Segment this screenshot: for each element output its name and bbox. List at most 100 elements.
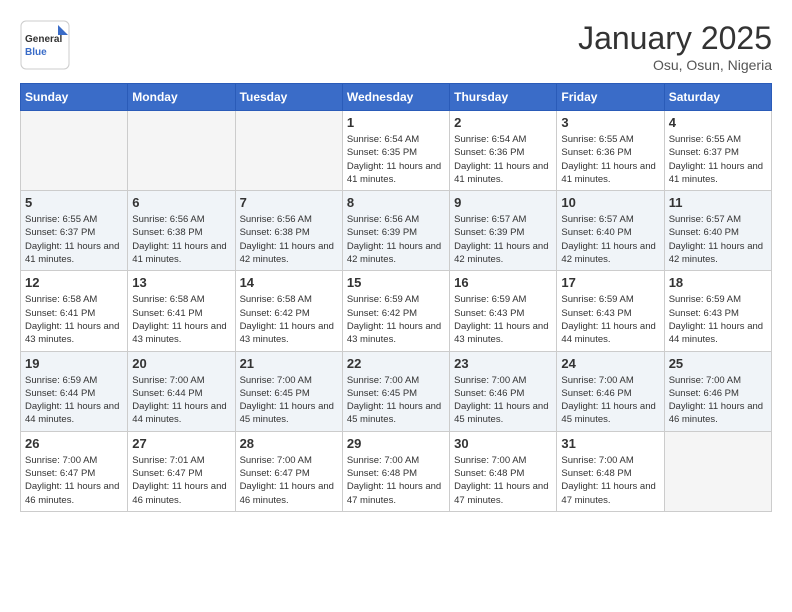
day-info: Sunrise: 6:54 AM Sunset: 6:35 PM Dayligh… <box>347 133 445 186</box>
day-number: 25 <box>669 356 767 371</box>
day-info: Sunrise: 6:54 AM Sunset: 6:36 PM Dayligh… <box>454 133 552 186</box>
calendar-week-row: 12 Sunrise: 6:58 AM Sunset: 6:41 PM Dayl… <box>21 271 772 351</box>
calendar-header-row: Sunday Monday Tuesday Wednesday Thursday… <box>21 84 772 111</box>
calendar-cell: 26 Sunrise: 7:00 AM Sunset: 6:47 PM Dayl… <box>21 431 128 511</box>
day-number: 21 <box>240 356 338 371</box>
calendar-cell: 17 Sunrise: 6:59 AM Sunset: 6:43 PM Dayl… <box>557 271 664 351</box>
day-info: Sunrise: 7:00 AM Sunset: 6:47 PM Dayligh… <box>240 454 338 507</box>
day-info: Sunrise: 7:01 AM Sunset: 6:47 PM Dayligh… <box>132 454 230 507</box>
calendar-cell: 7 Sunrise: 6:56 AM Sunset: 6:38 PM Dayli… <box>235 191 342 271</box>
day-number: 3 <box>561 115 659 130</box>
calendar-cell: 10 Sunrise: 6:57 AM Sunset: 6:40 PM Dayl… <box>557 191 664 271</box>
calendar-cell: 30 Sunrise: 7:00 AM Sunset: 6:48 PM Dayl… <box>450 431 557 511</box>
calendar-cell: 2 Sunrise: 6:54 AM Sunset: 6:36 PM Dayli… <box>450 111 557 191</box>
day-number: 14 <box>240 275 338 290</box>
day-info: Sunrise: 6:58 AM Sunset: 6:41 PM Dayligh… <box>25 293 123 346</box>
day-number: 28 <box>240 436 338 451</box>
day-info: Sunrise: 6:55 AM Sunset: 6:37 PM Dayligh… <box>669 133 767 186</box>
day-number: 31 <box>561 436 659 451</box>
day-number: 2 <box>454 115 552 130</box>
calendar-cell: 18 Sunrise: 6:59 AM Sunset: 6:43 PM Dayl… <box>664 271 771 351</box>
month-year-title: January 2025 <box>578 20 772 57</box>
calendar-table: Sunday Monday Tuesday Wednesday Thursday… <box>20 83 772 512</box>
day-number: 17 <box>561 275 659 290</box>
calendar-cell: 13 Sunrise: 6:58 AM Sunset: 6:41 PM Dayl… <box>128 271 235 351</box>
calendar-cell: 25 Sunrise: 7:00 AM Sunset: 6:46 PM Dayl… <box>664 351 771 431</box>
day-info: Sunrise: 7:00 AM Sunset: 6:47 PM Dayligh… <box>25 454 123 507</box>
day-info: Sunrise: 6:56 AM Sunset: 6:39 PM Dayligh… <box>347 213 445 266</box>
day-info: Sunrise: 6:59 AM Sunset: 6:43 PM Dayligh… <box>669 293 767 346</box>
day-info: Sunrise: 7:00 AM Sunset: 6:46 PM Dayligh… <box>669 374 767 427</box>
calendar-cell: 21 Sunrise: 7:00 AM Sunset: 6:45 PM Dayl… <box>235 351 342 431</box>
header-sunday: Sunday <box>21 84 128 111</box>
calendar-cell: 29 Sunrise: 7:00 AM Sunset: 6:48 PM Dayl… <box>342 431 449 511</box>
calendar-cell: 16 Sunrise: 6:59 AM Sunset: 6:43 PM Dayl… <box>450 271 557 351</box>
calendar-cell: 27 Sunrise: 7:01 AM Sunset: 6:47 PM Dayl… <box>128 431 235 511</box>
calendar-cell: 5 Sunrise: 6:55 AM Sunset: 6:37 PM Dayli… <box>21 191 128 271</box>
day-number: 1 <box>347 115 445 130</box>
header-wednesday: Wednesday <box>342 84 449 111</box>
day-info: Sunrise: 6:59 AM Sunset: 6:42 PM Dayligh… <box>347 293 445 346</box>
calendar-cell: 24 Sunrise: 7:00 AM Sunset: 6:46 PM Dayl… <box>557 351 664 431</box>
location-subtitle: Osu, Osun, Nigeria <box>578 57 772 73</box>
day-number: 12 <box>25 275 123 290</box>
day-info: Sunrise: 6:56 AM Sunset: 6:38 PM Dayligh… <box>132 213 230 266</box>
header-monday: Monday <box>128 84 235 111</box>
day-number: 16 <box>454 275 552 290</box>
calendar-week-row: 5 Sunrise: 6:55 AM Sunset: 6:37 PM Dayli… <box>21 191 772 271</box>
calendar-cell: 15 Sunrise: 6:59 AM Sunset: 6:42 PM Dayl… <box>342 271 449 351</box>
calendar-cell: 9 Sunrise: 6:57 AM Sunset: 6:39 PM Dayli… <box>450 191 557 271</box>
day-number: 7 <box>240 195 338 210</box>
day-info: Sunrise: 6:58 AM Sunset: 6:42 PM Dayligh… <box>240 293 338 346</box>
page-header: General Blue January 2025 Osu, Osun, Nig… <box>20 20 772 73</box>
day-number: 19 <box>25 356 123 371</box>
day-number: 24 <box>561 356 659 371</box>
calendar-cell: 1 Sunrise: 6:54 AM Sunset: 6:35 PM Dayli… <box>342 111 449 191</box>
day-info: Sunrise: 6:56 AM Sunset: 6:38 PM Dayligh… <box>240 213 338 266</box>
day-info: Sunrise: 6:55 AM Sunset: 6:37 PM Dayligh… <box>25 213 123 266</box>
day-number: 27 <box>132 436 230 451</box>
calendar-week-row: 1 Sunrise: 6:54 AM Sunset: 6:35 PM Dayli… <box>21 111 772 191</box>
calendar-cell <box>128 111 235 191</box>
day-info: Sunrise: 6:59 AM Sunset: 6:43 PM Dayligh… <box>454 293 552 346</box>
header-friday: Friday <box>557 84 664 111</box>
calendar-cell: 19 Sunrise: 6:59 AM Sunset: 6:44 PM Dayl… <box>21 351 128 431</box>
day-info: Sunrise: 7:00 AM Sunset: 6:48 PM Dayligh… <box>561 454 659 507</box>
logo-icon: General Blue <box>20 20 70 70</box>
day-info: Sunrise: 6:57 AM Sunset: 6:39 PM Dayligh… <box>454 213 552 266</box>
day-number: 6 <box>132 195 230 210</box>
day-info: Sunrise: 6:57 AM Sunset: 6:40 PM Dayligh… <box>669 213 767 266</box>
day-info: Sunrise: 6:58 AM Sunset: 6:41 PM Dayligh… <box>132 293 230 346</box>
day-number: 30 <box>454 436 552 451</box>
calendar-cell: 11 Sunrise: 6:57 AM Sunset: 6:40 PM Dayl… <box>664 191 771 271</box>
calendar-week-row: 19 Sunrise: 6:59 AM Sunset: 6:44 PM Dayl… <box>21 351 772 431</box>
day-number: 20 <box>132 356 230 371</box>
day-info: Sunrise: 7:00 AM Sunset: 6:46 PM Dayligh… <box>561 374 659 427</box>
calendar-cell: 4 Sunrise: 6:55 AM Sunset: 6:37 PM Dayli… <box>664 111 771 191</box>
calendar-cell: 14 Sunrise: 6:58 AM Sunset: 6:42 PM Dayl… <box>235 271 342 351</box>
svg-text:Blue: Blue <box>25 47 47 58</box>
calendar-cell: 12 Sunrise: 6:58 AM Sunset: 6:41 PM Dayl… <box>21 271 128 351</box>
day-number: 13 <box>132 275 230 290</box>
day-info: Sunrise: 6:57 AM Sunset: 6:40 PM Dayligh… <box>561 213 659 266</box>
svg-text:General: General <box>25 34 62 45</box>
day-number: 15 <box>347 275 445 290</box>
title-block: January 2025 Osu, Osun, Nigeria <box>578 20 772 73</box>
day-info: Sunrise: 7:00 AM Sunset: 6:48 PM Dayligh… <box>454 454 552 507</box>
day-number: 8 <box>347 195 445 210</box>
header-saturday: Saturday <box>664 84 771 111</box>
calendar-cell: 22 Sunrise: 7:00 AM Sunset: 6:45 PM Dayl… <box>342 351 449 431</box>
day-info: Sunrise: 6:59 AM Sunset: 6:44 PM Dayligh… <box>25 374 123 427</box>
calendar-cell: 6 Sunrise: 6:56 AM Sunset: 6:38 PM Dayli… <box>128 191 235 271</box>
calendar-cell: 20 Sunrise: 7:00 AM Sunset: 6:44 PM Dayl… <box>128 351 235 431</box>
day-number: 5 <box>25 195 123 210</box>
day-info: Sunrise: 6:59 AM Sunset: 6:43 PM Dayligh… <box>561 293 659 346</box>
header-tuesday: Tuesday <box>235 84 342 111</box>
calendar-cell <box>235 111 342 191</box>
day-number: 11 <box>669 195 767 210</box>
day-number: 4 <box>669 115 767 130</box>
day-info: Sunrise: 7:00 AM Sunset: 6:45 PM Dayligh… <box>347 374 445 427</box>
header-thursday: Thursday <box>450 84 557 111</box>
day-info: Sunrise: 6:55 AM Sunset: 6:36 PM Dayligh… <box>561 133 659 186</box>
day-info: Sunrise: 7:00 AM Sunset: 6:44 PM Dayligh… <box>132 374 230 427</box>
